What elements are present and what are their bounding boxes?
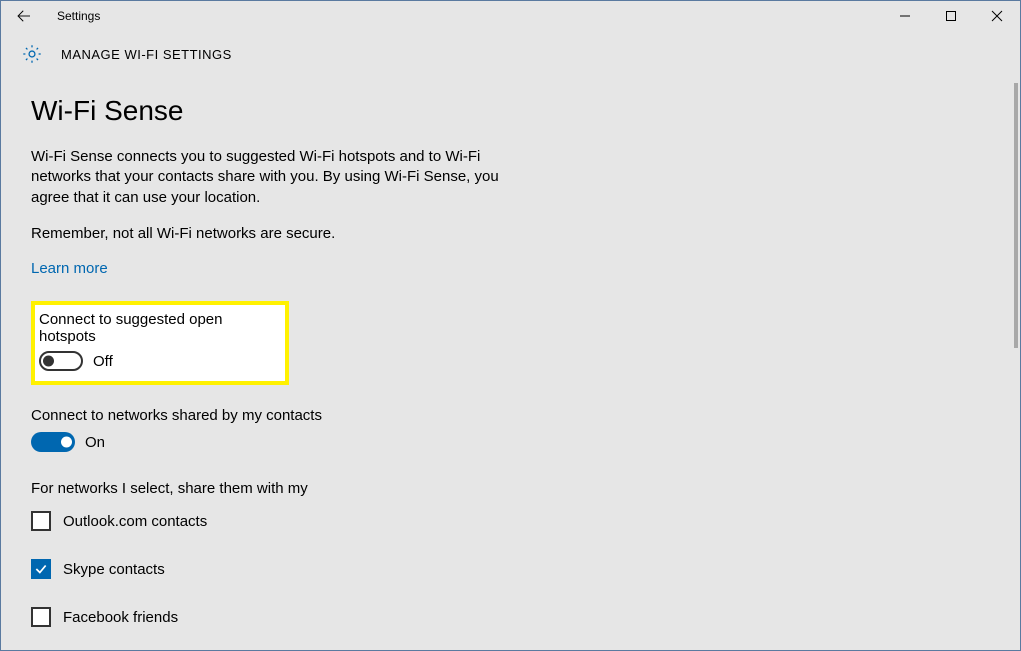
close-icon	[991, 10, 1003, 22]
secure-note: Remember, not all Wi-Fi networks are sec…	[31, 224, 501, 244]
learn-more-link[interactable]: Learn more	[31, 260, 976, 277]
open-hotspots-state: Off	[93, 353, 113, 370]
outlook-checkbox[interactable]	[31, 511, 51, 531]
scrollbar-thumb[interactable]	[1014, 83, 1018, 348]
open-hotspots-label: Connect to suggested open hotspots	[39, 311, 271, 345]
close-button[interactable]	[974, 1, 1020, 31]
skype-label: Skype contacts	[63, 561, 165, 578]
minimize-icon	[899, 10, 911, 22]
toggle-knob	[61, 437, 72, 448]
shared-contacts-toggle[interactable]	[31, 432, 75, 452]
content-wrap: Wi-Fi Sense Wi-Fi Sense connects you to …	[1, 77, 1020, 650]
settings-window: Settings MANAGE WI-FI SETTINGS	[0, 0, 1021, 651]
content: Wi-Fi Sense Wi-Fi Sense connects you to …	[1, 77, 1006, 650]
scrollbar[interactable]	[1006, 83, 1020, 650]
open-hotspots-toggle[interactable]	[39, 351, 83, 371]
outlook-label: Outlook.com contacts	[63, 513, 207, 530]
highlighted-setting: Connect to suggested open hotspots Off	[31, 301, 289, 385]
gear-icon	[21, 43, 43, 65]
facebook-label: Facebook friends	[63, 609, 178, 626]
open-hotspots-row: Off	[39, 351, 271, 371]
back-button[interactable]	[1, 1, 47, 31]
outlook-row: Outlook.com contacts	[31, 511, 976, 531]
toggle-knob	[43, 356, 54, 367]
check-icon	[34, 562, 48, 576]
shared-contacts-row: On	[31, 432, 976, 452]
window-title: Settings	[47, 9, 100, 23]
facebook-row: Facebook friends	[31, 607, 976, 627]
page-header: MANAGE WI-FI SETTINGS	[1, 31, 1020, 77]
minimize-button[interactable]	[882, 1, 928, 31]
skype-checkbox[interactable]	[31, 559, 51, 579]
skype-row: Skype contacts	[31, 559, 976, 579]
maximize-button[interactable]	[928, 1, 974, 31]
arrow-left-icon	[15, 7, 33, 25]
intro-text: Wi-Fi Sense connects you to suggested Wi…	[31, 147, 501, 208]
shared-contacts-state: On	[85, 434, 105, 451]
page-title: Wi-Fi Sense	[31, 95, 976, 127]
shared-contacts-block: Connect to networks shared by my contact…	[31, 407, 976, 452]
titlebar: Settings	[1, 1, 1020, 31]
maximize-icon	[945, 10, 957, 22]
share-heading: For networks I select, share them with m…	[31, 480, 976, 497]
header-label: MANAGE WI-FI SETTINGS	[61, 47, 232, 62]
facebook-checkbox[interactable]	[31, 607, 51, 627]
shared-contacts-label: Connect to networks shared by my contact…	[31, 407, 976, 424]
